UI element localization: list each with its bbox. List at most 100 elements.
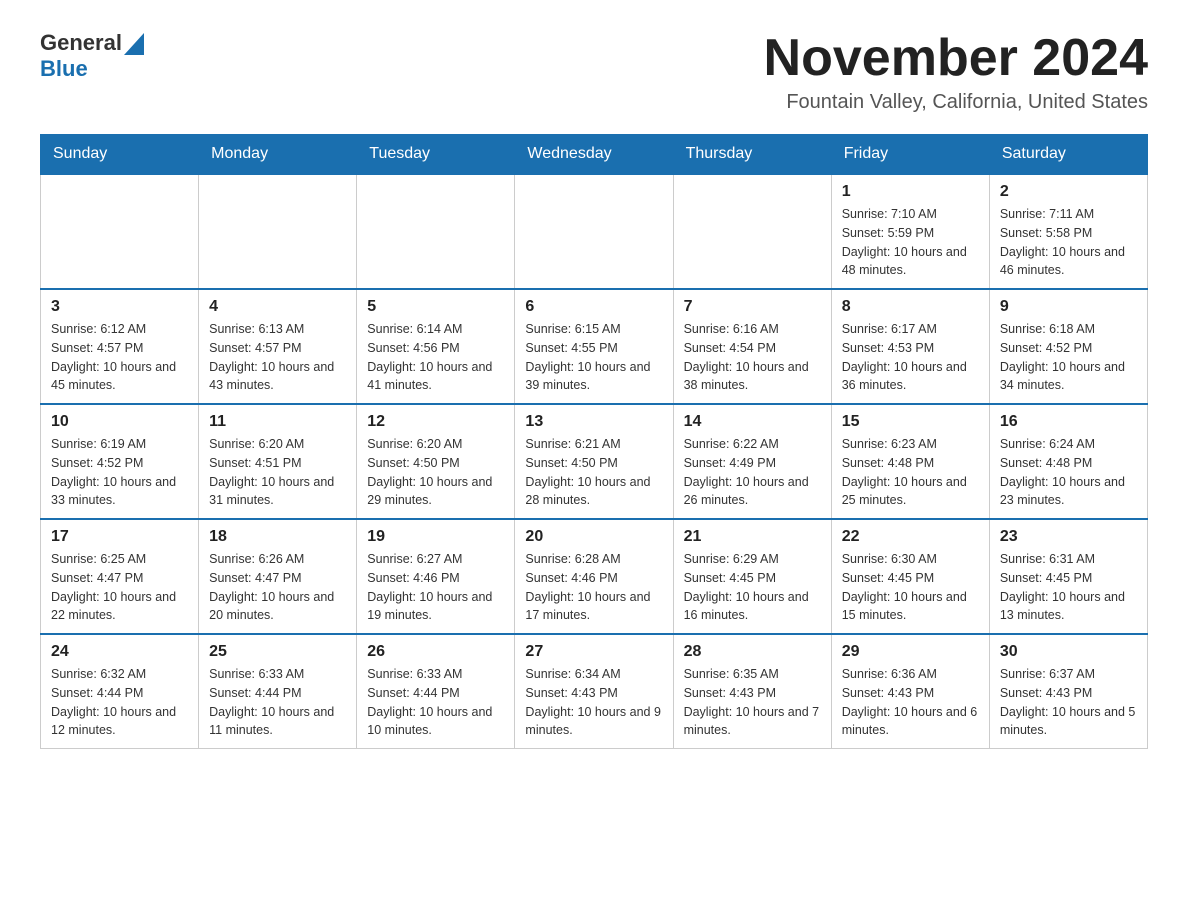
day-of-week-header: Tuesday bbox=[357, 135, 515, 175]
calendar-week-row: 10 Sunrise: 6:19 AM Sunset: 4:52 PM Dayli… bbox=[41, 404, 1148, 519]
logo-blue-text: Blue bbox=[40, 56, 88, 82]
calendar-week-row: 17 Sunrise: 6:25 AM Sunset: 4:47 PM Dayli… bbox=[41, 519, 1148, 634]
day-number: 4 bbox=[209, 298, 346, 316]
day-sun-info: Sunrise: 6:33 AM Sunset: 4:44 PM Dayligh… bbox=[367, 665, 504, 740]
day-number: 9 bbox=[1000, 298, 1137, 316]
day-number: 2 bbox=[1000, 183, 1137, 201]
calendar-day-cell: 5 Sunrise: 6:14 AM Sunset: 4:56 PM Daylig… bbox=[357, 289, 515, 404]
day-sun-info: Sunrise: 6:15 AM Sunset: 4:55 PM Dayligh… bbox=[525, 320, 662, 395]
calendar-day-cell: 25 Sunrise: 6:33 AM Sunset: 4:44 PM Dayli… bbox=[199, 634, 357, 749]
calendar-day-cell: 27Sunrise: 6:34 AM Sunset: 4:43 PM Dayli… bbox=[515, 634, 673, 749]
day-sun-info: Sunrise: 6:25 AM Sunset: 4:47 PM Dayligh… bbox=[51, 550, 188, 625]
calendar-day-cell: 11 Sunrise: 6:20 AM Sunset: 4:51 PM Dayli… bbox=[199, 404, 357, 519]
calendar-day-cell: 16 Sunrise: 6:24 AM Sunset: 4:48 PM Dayli… bbox=[989, 404, 1147, 519]
calendar-day-cell: 1 Sunrise: 7:10 AM Sunset: 5:59 PM Daylig… bbox=[831, 174, 989, 289]
calendar-day-cell bbox=[357, 174, 515, 289]
calendar-day-cell: 18Sunrise: 6:26 AM Sunset: 4:47 PM Dayli… bbox=[199, 519, 357, 634]
day-sun-info: Sunrise: 6:23 AM Sunset: 4:48 PM Dayligh… bbox=[842, 435, 979, 510]
day-sun-info: Sunrise: 6:28 AM Sunset: 4:46 PM Dayligh… bbox=[525, 550, 662, 625]
calendar-week-row: 24 Sunrise: 6:32 AM Sunset: 4:44 PM Dayli… bbox=[41, 634, 1148, 749]
day-number: 20 bbox=[525, 528, 662, 546]
calendar-week-row: 1 Sunrise: 7:10 AM Sunset: 5:59 PM Daylig… bbox=[41, 174, 1148, 289]
calendar-day-cell: 26 Sunrise: 6:33 AM Sunset: 4:44 PM Dayli… bbox=[357, 634, 515, 749]
day-number: 5 bbox=[367, 298, 504, 316]
calendar-day-cell: 22Sunrise: 6:30 AM Sunset: 4:45 PM Dayli… bbox=[831, 519, 989, 634]
day-number: 10 bbox=[51, 413, 188, 431]
day-number: 26 bbox=[367, 643, 504, 661]
calendar-day-cell bbox=[515, 174, 673, 289]
day-of-week-header: Thursday bbox=[673, 135, 831, 175]
calendar-day-cell: 28Sunrise: 6:35 AM Sunset: 4:43 PM Dayli… bbox=[673, 634, 831, 749]
day-number: 23 bbox=[1000, 528, 1137, 546]
day-sun-info: Sunrise: 6:20 AM Sunset: 4:50 PM Dayligh… bbox=[367, 435, 504, 510]
day-sun-info: Sunrise: 6:24 AM Sunset: 4:48 PM Dayligh… bbox=[1000, 435, 1137, 510]
day-sun-info: Sunrise: 6:12 AM Sunset: 4:57 PM Dayligh… bbox=[51, 320, 188, 395]
logo: General Blue bbox=[40, 30, 144, 83]
day-of-week-header: Friday bbox=[831, 135, 989, 175]
day-number: 1 bbox=[842, 183, 979, 201]
day-number: 15 bbox=[842, 413, 979, 431]
logo-general-text: General bbox=[40, 30, 122, 56]
day-sun-info: Sunrise: 6:20 AM Sunset: 4:51 PM Dayligh… bbox=[209, 435, 346, 510]
day-sun-info: Sunrise: 6:22 AM Sunset: 4:49 PM Dayligh… bbox=[684, 435, 821, 510]
day-number: 25 bbox=[209, 643, 346, 661]
calendar-day-cell: 10 Sunrise: 6:19 AM Sunset: 4:52 PM Dayli… bbox=[41, 404, 199, 519]
month-title: November 2024 bbox=[764, 30, 1148, 87]
calendar-day-cell: 6Sunrise: 6:15 AM Sunset: 4:55 PM Daylig… bbox=[515, 289, 673, 404]
day-sun-info: Sunrise: 6:13 AM Sunset: 4:57 PM Dayligh… bbox=[209, 320, 346, 395]
day-number: 13 bbox=[525, 413, 662, 431]
day-sun-info: Sunrise: 6:19 AM Sunset: 4:52 PM Dayligh… bbox=[51, 435, 188, 510]
day-number: 8 bbox=[842, 298, 979, 316]
day-number: 7 bbox=[684, 298, 821, 316]
day-of-week-header: Monday bbox=[199, 135, 357, 175]
calendar-day-cell bbox=[41, 174, 199, 289]
day-sun-info: Sunrise: 6:35 AM Sunset: 4:43 PM Dayligh… bbox=[684, 665, 821, 740]
calendar-day-cell: 29 Sunrise: 6:36 AM Sunset: 4:43 PM Dayli… bbox=[831, 634, 989, 749]
day-number: 19 bbox=[367, 528, 504, 546]
day-of-week-header: Sunday bbox=[41, 135, 199, 175]
calendar-day-cell: 13 Sunrise: 6:21 AM Sunset: 4:50 PM Dayli… bbox=[515, 404, 673, 519]
location-title: Fountain Valley, California, United Stat… bbox=[764, 91, 1148, 114]
calendar-table: SundayMondayTuesdayWednesdayThursdayFrid… bbox=[40, 134, 1148, 749]
calendar-day-cell: 20 Sunrise: 6:28 AM Sunset: 4:46 PM Dayli… bbox=[515, 519, 673, 634]
day-sun-info: Sunrise: 6:16 AM Sunset: 4:54 PM Dayligh… bbox=[684, 320, 821, 395]
day-of-week-header: Saturday bbox=[989, 135, 1147, 175]
day-sun-info: Sunrise: 7:10 AM Sunset: 5:59 PM Dayligh… bbox=[842, 205, 979, 280]
calendar-day-cell: 30 Sunrise: 6:37 AM Sunset: 4:43 PM Dayli… bbox=[989, 634, 1147, 749]
logo-triangle-icon bbox=[124, 33, 144, 55]
day-number: 14 bbox=[684, 413, 821, 431]
calendar-day-cell: 23 Sunrise: 6:31 AM Sunset: 4:45 PM Dayli… bbox=[989, 519, 1147, 634]
calendar-day-cell: 15 Sunrise: 6:23 AM Sunset: 4:48 PM Dayli… bbox=[831, 404, 989, 519]
day-number: 27 bbox=[525, 643, 662, 661]
day-sun-info: Sunrise: 6:21 AM Sunset: 4:50 PM Dayligh… bbox=[525, 435, 662, 510]
calendar-week-row: 3Sunrise: 6:12 AM Sunset: 4:57 PM Daylig… bbox=[41, 289, 1148, 404]
day-sun-info: Sunrise: 6:36 AM Sunset: 4:43 PM Dayligh… bbox=[842, 665, 979, 740]
title-block: November 2024 Fountain Valley, Californi… bbox=[764, 30, 1148, 114]
calendar-day-cell: 3Sunrise: 6:12 AM Sunset: 4:57 PM Daylig… bbox=[41, 289, 199, 404]
day-number: 12 bbox=[367, 413, 504, 431]
day-sun-info: Sunrise: 6:14 AM Sunset: 4:56 PM Dayligh… bbox=[367, 320, 504, 395]
day-sun-info: Sunrise: 6:17 AM Sunset: 4:53 PM Dayligh… bbox=[842, 320, 979, 395]
calendar-day-cell: 9Sunrise: 6:18 AM Sunset: 4:52 PM Daylig… bbox=[989, 289, 1147, 404]
calendar-day-cell: 24 Sunrise: 6:32 AM Sunset: 4:44 PM Dayli… bbox=[41, 634, 199, 749]
day-number: 29 bbox=[842, 643, 979, 661]
page-header: General Blue November 2024 Fountain Vall… bbox=[40, 30, 1148, 114]
day-sun-info: Sunrise: 6:31 AM Sunset: 4:45 PM Dayligh… bbox=[1000, 550, 1137, 625]
calendar-day-cell: 19 Sunrise: 6:27 AM Sunset: 4:46 PM Dayli… bbox=[357, 519, 515, 634]
day-sun-info: Sunrise: 6:37 AM Sunset: 4:43 PM Dayligh… bbox=[1000, 665, 1137, 740]
day-number: 24 bbox=[51, 643, 188, 661]
day-sun-info: Sunrise: 7:11 AM Sunset: 5:58 PM Dayligh… bbox=[1000, 205, 1137, 280]
day-sun-info: Sunrise: 6:27 AM Sunset: 4:46 PM Dayligh… bbox=[367, 550, 504, 625]
day-of-week-header: Wednesday bbox=[515, 135, 673, 175]
day-number: 30 bbox=[1000, 643, 1137, 661]
day-number: 22 bbox=[842, 528, 979, 546]
day-number: 17 bbox=[51, 528, 188, 546]
calendar-day-cell bbox=[673, 174, 831, 289]
day-sun-info: Sunrise: 6:32 AM Sunset: 4:44 PM Dayligh… bbox=[51, 665, 188, 740]
day-number: 21 bbox=[684, 528, 821, 546]
day-number: 16 bbox=[1000, 413, 1137, 431]
day-sun-info: Sunrise: 6:29 AM Sunset: 4:45 PM Dayligh… bbox=[684, 550, 821, 625]
day-number: 18 bbox=[209, 528, 346, 546]
day-number: 11 bbox=[209, 413, 346, 431]
day-sun-info: Sunrise: 6:33 AM Sunset: 4:44 PM Dayligh… bbox=[209, 665, 346, 740]
